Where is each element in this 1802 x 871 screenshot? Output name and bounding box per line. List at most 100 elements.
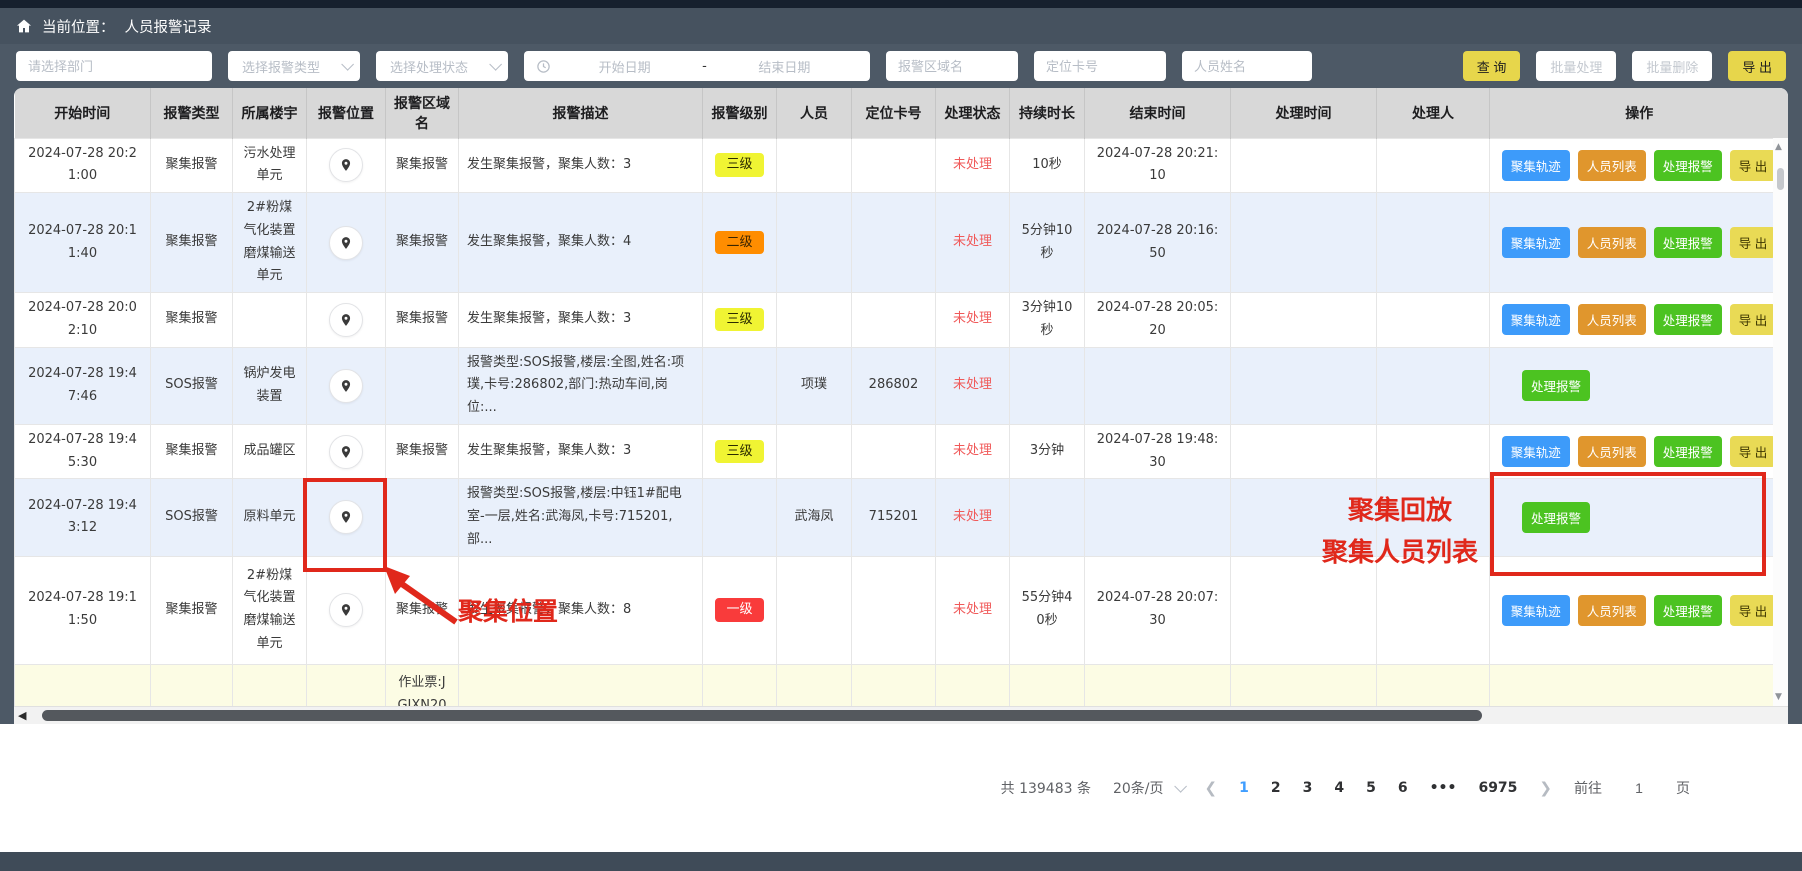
- vertical-scroll-thumb[interactable]: [1777, 168, 1784, 190]
- page-1[interactable]: 1: [1239, 780, 1249, 796]
- cell-handler: [1377, 479, 1490, 556]
- location-pin-icon[interactable]: [329, 303, 363, 337]
- people-list-button[interactable]: 人员列表: [1578, 304, 1646, 335]
- pages-ellipsis[interactable]: •••: [1430, 780, 1457, 796]
- people-list-button[interactable]: 人员列表: [1578, 436, 1646, 467]
- scroll-left-icon[interactable]: ◀: [18, 709, 26, 722]
- location-pin-icon[interactable]: [329, 226, 363, 260]
- cell-building: 成品罐区: [233, 424, 307, 479]
- query-button[interactable]: 查 询: [1463, 51, 1521, 81]
- handle-alarm-button[interactable]: 处理报警: [1522, 370, 1590, 401]
- handle-status-select[interactable]: 选择处理状态: [376, 51, 508, 81]
- track-button[interactable]: 聚集轨迹: [1502, 436, 1570, 467]
- cell-start: 2024-07-28 20:21:00: [15, 138, 151, 193]
- area-name-input[interactable]: [886, 51, 1018, 81]
- goto-page-input[interactable]: [1624, 780, 1654, 796]
- vertical-scrollbar[interactable]: ▲ ▼: [1773, 138, 1788, 706]
- col-duration: 持续时长: [1010, 88, 1085, 138]
- handle-alarm-button[interactable]: 处理报警: [1654, 150, 1722, 181]
- location-pin-icon[interactable]: [329, 500, 363, 534]
- cell-position: [307, 293, 386, 348]
- table-header-row: 开始时间 报警类型 所属楼宇 报警位置 报警区域名 报警描述 报警级别 人员 定…: [15, 88, 1789, 138]
- col-area-name: 报警区域名: [386, 88, 459, 138]
- person-name-input[interactable]: [1182, 51, 1312, 81]
- cell-duration: 3分钟: [1010, 424, 1085, 479]
- table-row: 2024-07-28 19:11:50 聚集报警 2#粉煤气化装置磨煤输送单元 …: [15, 556, 1789, 664]
- home-icon[interactable]: [16, 18, 32, 34]
- scroll-up-icon[interactable]: ▲: [1775, 142, 1782, 152]
- location-pin-icon[interactable]: [329, 435, 363, 469]
- cell-ops: 聚集轨迹 人员列表 处理报警 导 出: [1490, 138, 1789, 193]
- col-handler: 处理人: [1377, 88, 1490, 138]
- col-building: 所属楼宇: [233, 88, 307, 138]
- next-page-icon[interactable]: ❯: [1539, 779, 1552, 797]
- scroll-down-icon[interactable]: ▼: [1775, 692, 1782, 702]
- page-size-select[interactable]: 20条/页: [1113, 778, 1183, 798]
- people-list-button[interactable]: 人员列表: [1578, 150, 1646, 181]
- track-button[interactable]: 聚集轨迹: [1502, 227, 1570, 258]
- track-button[interactable]: 聚集轨迹: [1502, 304, 1570, 335]
- export-row-button[interactable]: 导 出: [1730, 304, 1776, 335]
- cell-building: [233, 293, 307, 348]
- handle-alarm-button[interactable]: 处理报警: [1654, 436, 1722, 467]
- cell-card: [852, 556, 936, 664]
- location-pin-icon[interactable]: [329, 148, 363, 182]
- export-button[interactable]: 导 出: [1728, 51, 1786, 81]
- table-row: 2024-07-28 20:21:00 聚集报警 污水处理单元 聚集报警 发生聚…: [15, 138, 1789, 193]
- pagination-bar: 共 139483 条 20条/页 ❮ 1 2 3 4 5 6 ••• 6975 …: [0, 724, 1802, 852]
- export-row-button[interactable]: 导 出: [1730, 150, 1776, 181]
- cell-person: [777, 138, 852, 193]
- horizontal-scrollbar[interactable]: ◀: [14, 706, 1788, 724]
- breadcrumb: 当前位置： 人员报警记录: [0, 8, 1802, 44]
- cell-ops: 聚集轨迹 人员列表 处理报警 导 出: [1490, 424, 1789, 479]
- cell-ops: 聚集轨迹 人员列表 处理报警 导 出: [1490, 193, 1789, 293]
- page-last[interactable]: 6975: [1478, 780, 1517, 796]
- export-row-button[interactable]: 导 出: [1730, 227, 1776, 258]
- goto-suffix: 页: [1676, 778, 1690, 798]
- end-date-placeholder[interactable]: 结束日期: [711, 57, 858, 76]
- department-input[interactable]: [16, 51, 212, 81]
- handle-alarm-button[interactable]: 处理报警: [1654, 227, 1722, 258]
- batch-delete-button[interactable]: 批量删除: [1632, 51, 1712, 81]
- card-no-input[interactable]: [1034, 51, 1166, 81]
- track-button[interactable]: 聚集轨迹: [1502, 595, 1570, 626]
- cell-person: [777, 556, 852, 664]
- page-4[interactable]: 4: [1334, 780, 1344, 796]
- cell-end: 2024-07-28 20:21:10: [1085, 138, 1231, 193]
- cell-card: [852, 193, 936, 293]
- cell-level: 一级: [703, 556, 777, 664]
- cell-status: 未处理: [936, 293, 1010, 348]
- cell-status: 未处理: [936, 347, 1010, 424]
- goto-label: 前往: [1574, 778, 1602, 798]
- cell-handler: [1377, 556, 1490, 664]
- location-pin-icon[interactable]: [329, 369, 363, 403]
- cell-start: 2024-07-28 19:43:12: [15, 479, 151, 556]
- handle-alarm-button[interactable]: 处理报警: [1654, 595, 1722, 626]
- page-3[interactable]: 3: [1303, 780, 1313, 796]
- cell-position: [307, 479, 386, 556]
- people-list-button[interactable]: 人员列表: [1578, 227, 1646, 258]
- horizontal-scroll-thumb[interactable]: [42, 710, 1482, 721]
- page-6[interactable]: 6: [1398, 780, 1408, 796]
- track-button[interactable]: 聚集轨迹: [1502, 150, 1570, 181]
- date-range-picker[interactable]: 开始日期 - 结束日期: [524, 51, 870, 81]
- cell-desc: 发生聚集报警，聚集人数：3: [459, 424, 703, 479]
- people-list-button[interactable]: 人员列表: [1578, 595, 1646, 626]
- handle-alarm-button[interactable]: 处理报警: [1654, 304, 1722, 335]
- col-status: 处理状态: [936, 88, 1010, 138]
- page-5[interactable]: 5: [1366, 780, 1376, 796]
- cell-end: 2024-07-28 20:05:20: [1085, 293, 1231, 348]
- cell-end: 2024-07-28 20:16:50: [1085, 193, 1231, 293]
- export-row-button[interactable]: 导 出: [1730, 595, 1776, 626]
- cell-area: 聚集报警: [386, 556, 459, 664]
- cell-duration: 55分钟40秒: [1010, 556, 1085, 664]
- page-2[interactable]: 2: [1271, 780, 1281, 796]
- batch-process-button[interactable]: 批量处理: [1536, 51, 1616, 81]
- cell-area: 聚集报警: [386, 193, 459, 293]
- alarm-type-select[interactable]: 选择报警类型: [228, 51, 360, 81]
- handle-alarm-button[interactable]: 处理报警: [1522, 502, 1590, 533]
- start-date-placeholder[interactable]: 开始日期: [551, 57, 698, 76]
- location-pin-icon[interactable]: [329, 593, 363, 627]
- prev-page-icon[interactable]: ❮: [1205, 779, 1218, 797]
- export-row-button[interactable]: 导 出: [1730, 436, 1776, 467]
